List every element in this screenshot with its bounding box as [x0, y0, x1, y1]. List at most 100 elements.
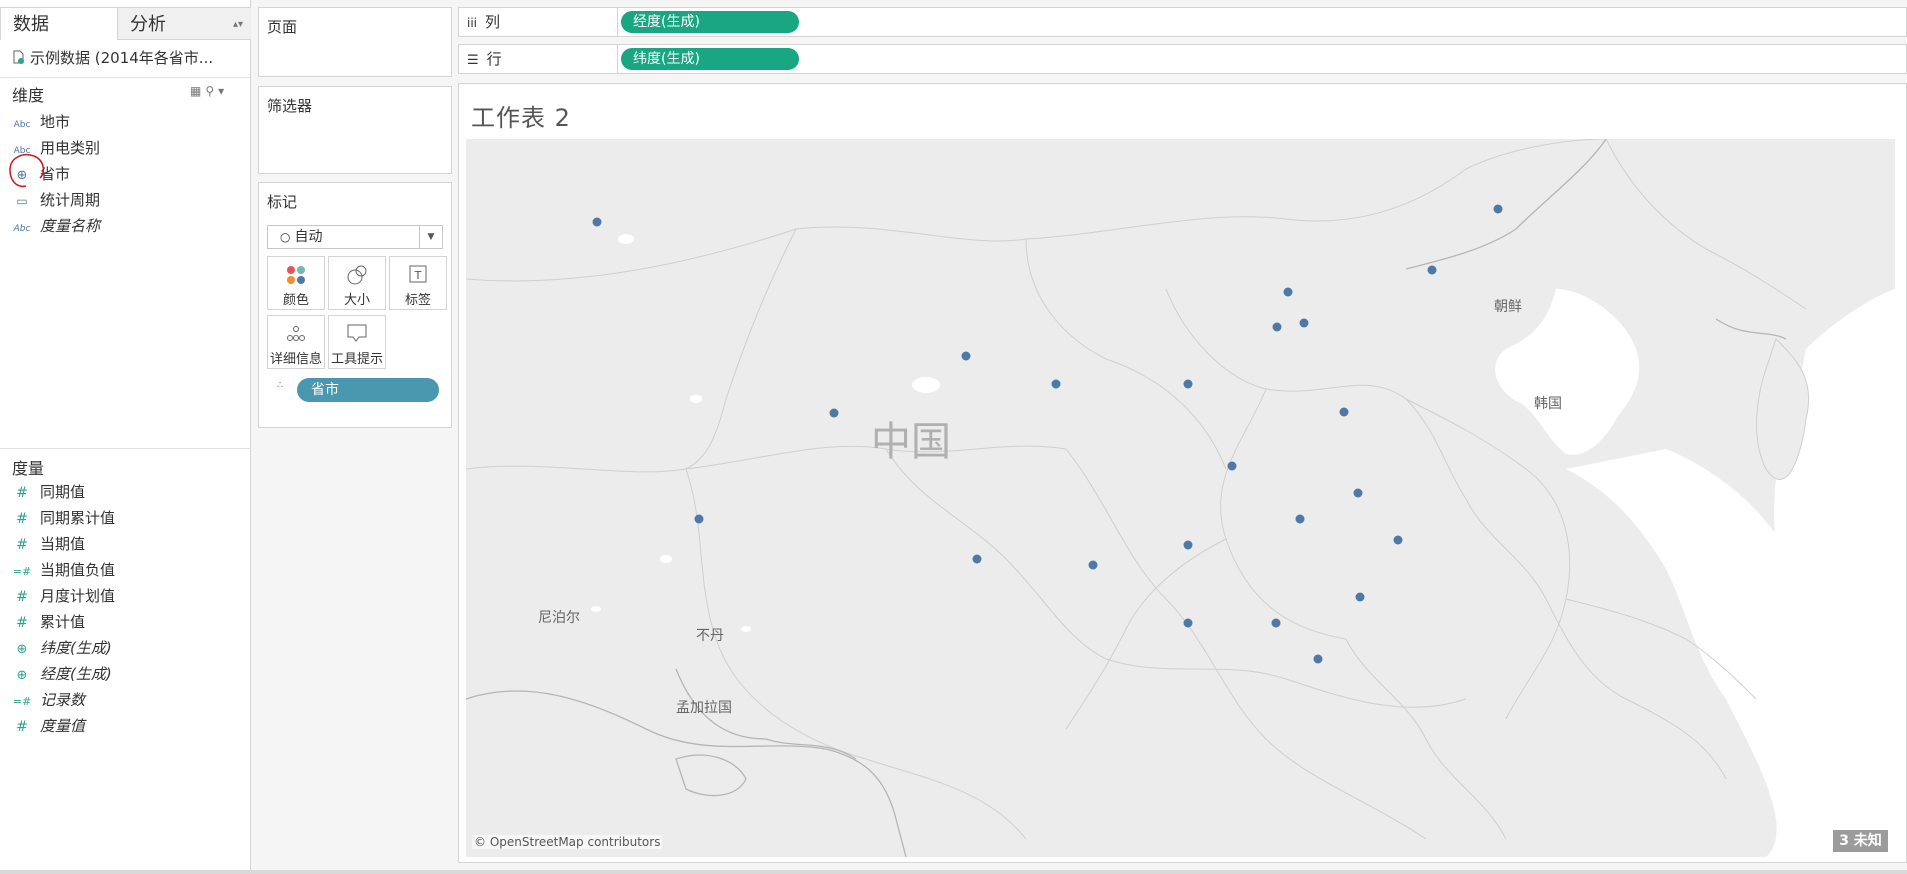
- tooltip-button[interactable]: 工具提示: [328, 315, 386, 369]
- province-mark[interactable]: [1427, 265, 1437, 275]
- field-measure[interactable]: # 当期值: [12, 532, 85, 556]
- detail-button[interactable]: 详细信息: [267, 315, 325, 369]
- province-mark[interactable]: [1353, 488, 1363, 498]
- tooltip-button-label: 工具提示: [330, 352, 383, 367]
- province-mark[interactable]: [1355, 592, 1365, 602]
- label-bhutan: 不丹: [696, 628, 724, 644]
- field-measure[interactable]: # 月度计划值: [12, 584, 115, 608]
- detail-pill-province[interactable]: 省市: [297, 378, 439, 402]
- svg-text:T: T: [414, 269, 422, 282]
- abc-icon: Abc: [13, 224, 31, 234]
- worksheet-title[interactable]: 工作表 2: [471, 98, 571, 133]
- field-measure[interactable]: =# 记录数: [12, 688, 85, 712]
- field-measure[interactable]: # 累计值: [12, 610, 85, 634]
- detail-button-label: 详细信息: [269, 352, 322, 367]
- field-label: 度量名称: [40, 217, 101, 235]
- map-attribution[interactable]: © OpenStreetMap contributors: [472, 835, 663, 849]
- rows-shelf[interactable]: ☰ 行 纬度(生成): [458, 44, 1907, 74]
- detail-dots-icon: [287, 326, 305, 341]
- hash-icon: #: [16, 537, 28, 553]
- label-china: 中国: [871, 419, 951, 465]
- field-label: 当期值: [40, 535, 86, 553]
- lake: [741, 626, 751, 632]
- calc-hash-icon: =#: [12, 695, 32, 708]
- columns-shelf-label: iii 列: [467, 8, 500, 36]
- detail-dots-icon: ∴: [277, 380, 284, 391]
- color-button-label: 颜色: [282, 293, 309, 308]
- province-mark[interactable]: [1183, 540, 1193, 550]
- chevron-down-icon[interactable]: ▾: [218, 84, 228, 98]
- field-measure[interactable]: # 度量值: [12, 714, 85, 738]
- province-mark[interactable]: [1283, 287, 1293, 297]
- field-label: 记录数: [40, 691, 86, 709]
- province-mark[interactable]: [1313, 654, 1323, 664]
- label-button[interactable]: T 标签: [389, 256, 447, 310]
- field-measure[interactable]: ⊕ 纬度(生成): [12, 636, 112, 660]
- field-dimension[interactable]: Abc 度量名称: [12, 214, 100, 238]
- province-mark[interactable]: [1272, 322, 1282, 332]
- field-measure[interactable]: # 同期值: [12, 480, 85, 504]
- hash-icon: #: [16, 719, 28, 735]
- filters-card-title: 筛选器: [267, 97, 313, 115]
- label-bangladesh: 孟加拉国: [676, 700, 732, 716]
- abc-icon: Abc: [13, 120, 31, 130]
- lake: [591, 606, 601, 612]
- province-mark[interactable]: [1339, 407, 1349, 417]
- hash-icon: #: [16, 485, 28, 501]
- mark-type-value: 自动: [294, 229, 323, 245]
- province-mark[interactable]: [592, 217, 602, 227]
- field-label: 月度计划值: [40, 587, 116, 605]
- grid-view-icon[interactable]: ▦: [190, 84, 205, 98]
- hash-icon: #: [16, 589, 28, 605]
- hash-icon: #: [16, 615, 28, 631]
- rows-shelf-label: ☰ 行: [467, 45, 502, 73]
- tooltip-icon: [347, 324, 367, 342]
- rows-pill-latitude[interactable]: 纬度(生成): [621, 48, 799, 70]
- province-mark[interactable]: [1088, 560, 1098, 570]
- filters-card[interactable]: 筛选器: [258, 86, 452, 174]
- field-label: 用电类别: [40, 139, 101, 157]
- lake: [618, 234, 634, 244]
- tab-analysis[interactable]: 分析 ▴▾: [118, 7, 251, 40]
- rows-label-text: 行: [486, 50, 502, 68]
- chevron-down-icon: ▼: [419, 226, 442, 248]
- unknown-indicator[interactable]: 3 未知: [1833, 830, 1888, 852]
- province-mark[interactable]: [1295, 514, 1305, 524]
- province-mark[interactable]: [1183, 618, 1193, 628]
- province-mark[interactable]: [1051, 379, 1061, 389]
- field-label: 同期累计值: [40, 509, 116, 527]
- columns-label-text: 列: [485, 13, 501, 31]
- province-mark[interactable]: [829, 408, 839, 418]
- lake: [660, 555, 672, 563]
- columns-shelf[interactable]: iii 列 经度(生成): [458, 7, 1907, 37]
- field-label: 地市: [40, 113, 71, 131]
- search-icon[interactable]: ⚲: [205, 84, 218, 98]
- label-north-korea: 朝鲜: [1494, 299, 1522, 315]
- province-mark[interactable]: [1227, 461, 1237, 471]
- map-canvas[interactable]: 中国 朝鲜 韩国 尼泊尔 不丹 孟加拉国 © OpenStreetMap con…: [466, 139, 1895, 857]
- province-mark[interactable]: [1493, 204, 1503, 214]
- field-measure[interactable]: # 同期累计值: [12, 506, 115, 530]
- field-measure[interactable]: =# 当期值负值: [12, 558, 115, 582]
- province-mark[interactable]: [1299, 318, 1309, 328]
- mark-type-dropdown[interactable]: ○ 自动 ▼: [267, 225, 443, 249]
- pages-card[interactable]: 页面: [258, 7, 452, 77]
- datasource-item[interactable]: 示例数据 (2014年各省市...: [12, 46, 242, 70]
- province-mark[interactable]: [972, 554, 982, 564]
- field-measure[interactable]: ⊕ 经度(生成): [12, 662, 112, 686]
- province-mark[interactable]: [1393, 535, 1403, 545]
- province-mark[interactable]: [1183, 379, 1193, 389]
- tab-data[interactable]: 数据: [0, 7, 118, 40]
- color-button[interactable]: 颜色: [267, 256, 325, 310]
- province-mark[interactable]: [1271, 618, 1281, 628]
- red-annotation-circle: [9, 154, 45, 188]
- columns-pill-longitude[interactable]: 经度(生成): [621, 11, 799, 33]
- hash-icon: #: [16, 511, 28, 527]
- field-dimension[interactable]: Abc 地市: [12, 110, 70, 134]
- size-button[interactable]: 大小: [328, 256, 386, 310]
- divider: [617, 45, 618, 73]
- province-mark[interactable]: [961, 351, 971, 361]
- dimensions-title: 维度: [12, 86, 45, 105]
- province-mark[interactable]: [694, 514, 704, 524]
- globe-icon: ⊕: [16, 642, 28, 657]
